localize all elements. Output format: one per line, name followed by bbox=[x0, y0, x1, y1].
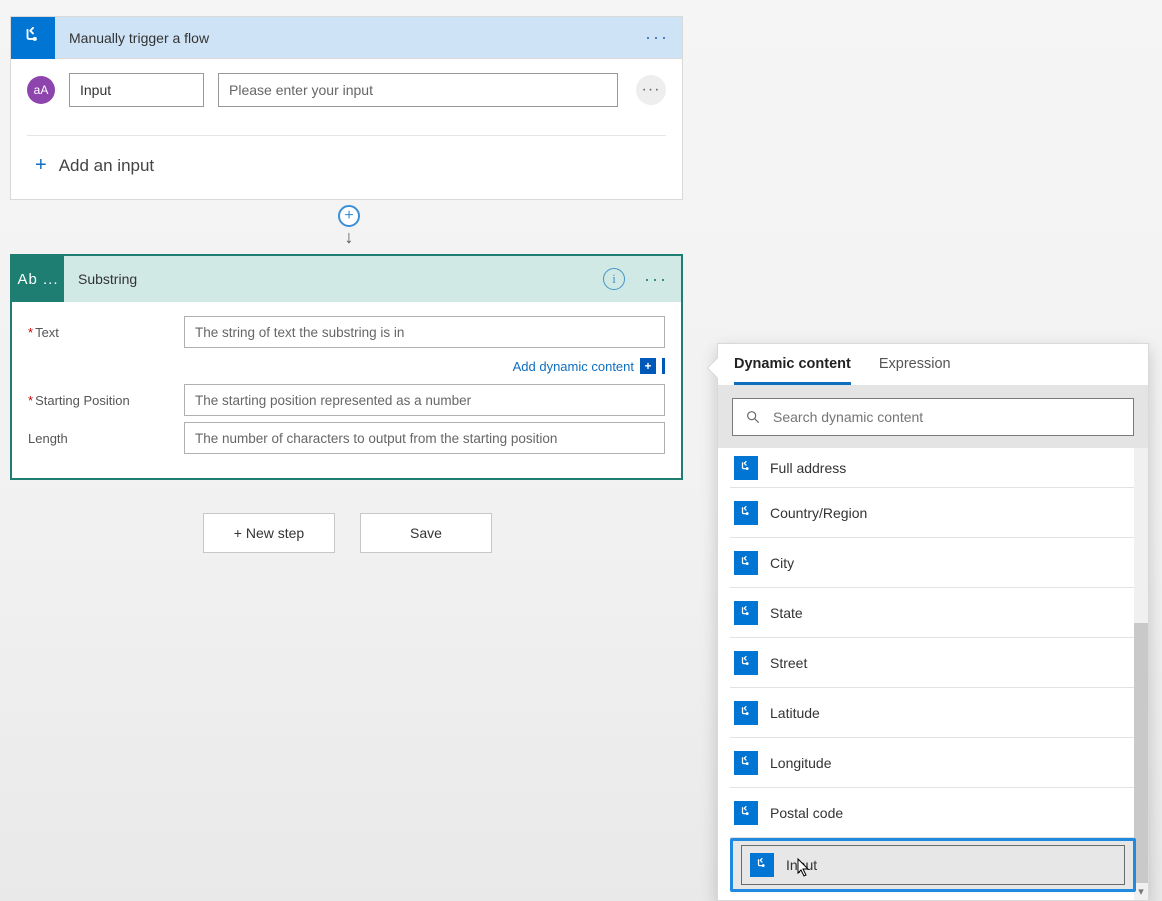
field-text-label-text: Text bbox=[35, 325, 59, 340]
tab-dynamic-content[interactable]: Dynamic content bbox=[734, 356, 851, 385]
dynamic-item-label: Street bbox=[770, 655, 807, 671]
dynamic-item[interactable]: Postal code bbox=[730, 788, 1136, 838]
dynamic-list: ▾ Full address Country/Region City State Str… bbox=[718, 448, 1148, 900]
dynamic-plus-icon[interactable] bbox=[640, 358, 656, 374]
scrollbar-thumb[interactable] bbox=[1134, 623, 1148, 883]
field-start-placeholder: The starting position represented as a n… bbox=[195, 393, 471, 408]
dynamic-bar-icon bbox=[662, 358, 665, 374]
dynamic-item-label: City bbox=[770, 555, 794, 571]
field-start-label-text: Starting Position bbox=[35, 393, 130, 408]
text-type-icon: aA bbox=[27, 76, 55, 104]
dynamic-item[interactable]: Full address bbox=[730, 448, 1136, 488]
arrow-down-icon: ↓ bbox=[337, 227, 361, 248]
field-start: *Starting Position The starting position… bbox=[28, 384, 665, 416]
plus-icon: + bbox=[35, 154, 47, 177]
trigger-input-row: aA Input Please enter your input ··· bbox=[27, 73, 666, 107]
trigger-token-icon bbox=[750, 853, 774, 877]
dynamic-item[interactable]: Street bbox=[730, 638, 1136, 688]
search-wrap bbox=[718, 386, 1148, 448]
trigger-token-icon bbox=[734, 551, 758, 575]
text-operation-icon: Ab ... bbox=[12, 256, 64, 302]
add-dynamic-content-link[interactable]: Add dynamic content bbox=[513, 359, 634, 374]
field-text-label: *Text bbox=[28, 325, 184, 340]
dynamic-item-selected[interactable]: Input bbox=[730, 838, 1136, 892]
insert-step-icon[interactable]: + bbox=[338, 205, 360, 227]
field-text-placeholder: The string of text the substring is in bbox=[195, 325, 404, 340]
dynamic-item-label: Postal code bbox=[770, 805, 843, 821]
scrollbar-track[interactable]: ▾ bbox=[1134, 448, 1148, 900]
trigger-token-icon bbox=[734, 701, 758, 725]
trigger-token-icon bbox=[734, 751, 758, 775]
trigger-more-icon[interactable]: ··· bbox=[640, 27, 674, 48]
dynamic-item-label: Input bbox=[786, 857, 817, 873]
save-label: Save bbox=[410, 525, 442, 541]
trigger-flow-icon bbox=[11, 17, 55, 59]
field-length-label-text: Length bbox=[28, 431, 68, 446]
action-title: Substring bbox=[78, 271, 603, 287]
field-length-placeholder: The number of characters to output from … bbox=[195, 431, 557, 446]
new-step-label: + New step bbox=[234, 525, 304, 541]
dynamic-item[interactable]: Country/Region bbox=[730, 488, 1136, 538]
dynamic-item[interactable]: Longitude bbox=[730, 738, 1136, 788]
action-header[interactable]: Ab ... Substring i ··· bbox=[12, 256, 681, 302]
new-step-button[interactable]: + New step bbox=[203, 513, 335, 553]
input-name-field[interactable]: Input bbox=[69, 73, 204, 107]
dynamic-item[interactable]: City bbox=[730, 538, 1136, 588]
dynamic-content-panel: Dynamic content Expression ▾ Full addres… bbox=[717, 343, 1149, 901]
field-length: Length The number of characters to outpu… bbox=[28, 422, 665, 454]
dynamic-item-label: State bbox=[770, 605, 803, 621]
add-input-button[interactable]: + Add an input bbox=[27, 136, 666, 199]
connector: + ↓ bbox=[337, 205, 361, 248]
action-card: Ab ... Substring i ··· *Text The string … bbox=[10, 254, 683, 480]
action-body: *Text The string of text the substring i… bbox=[12, 302, 681, 478]
scroll-down-icon[interactable]: ▾ bbox=[1134, 884, 1148, 900]
input-description-placeholder: Please enter your input bbox=[229, 82, 373, 98]
dynamic-item[interactable]: State bbox=[730, 588, 1136, 638]
add-input-label: Add an input bbox=[59, 156, 154, 176]
save-button[interactable]: Save bbox=[360, 513, 492, 553]
dynamic-item-label: Longitude bbox=[770, 755, 832, 771]
search-box[interactable] bbox=[732, 398, 1134, 436]
panel-tabs: Dynamic content Expression bbox=[718, 344, 1148, 386]
field-length-input[interactable]: The number of characters to output from … bbox=[184, 422, 665, 454]
search-icon bbox=[745, 409, 761, 425]
input-name-value: Input bbox=[80, 82, 111, 98]
dynamic-item-label: Country/Region bbox=[770, 505, 867, 521]
add-dynamic-row: Add dynamic content bbox=[28, 354, 665, 378]
trigger-token-icon bbox=[734, 651, 758, 675]
info-icon[interactable]: i bbox=[603, 268, 625, 290]
trigger-token-icon bbox=[734, 601, 758, 625]
search-input[interactable] bbox=[771, 408, 1121, 426]
dynamic-item[interactable]: Latitude bbox=[730, 688, 1136, 738]
field-text: *Text The string of text the substring i… bbox=[28, 316, 665, 348]
action-icon-text: Ab ... bbox=[17, 271, 58, 288]
input-more-icon[interactable]: ··· bbox=[636, 75, 666, 105]
trigger-title: Manually trigger a flow bbox=[69, 30, 640, 46]
trigger-token-icon bbox=[734, 501, 758, 525]
action-more-icon[interactable]: ··· bbox=[639, 269, 673, 290]
trigger-body: aA Input Please enter your input ··· + A… bbox=[11, 59, 682, 199]
dynamic-item-label: Full address bbox=[770, 460, 846, 476]
trigger-header[interactable]: Manually trigger a flow ··· bbox=[11, 17, 682, 59]
field-length-label: Length bbox=[28, 431, 184, 446]
input-description-field[interactable]: Please enter your input bbox=[218, 73, 618, 107]
trigger-card: Manually trigger a flow ··· aA Input Ple… bbox=[10, 16, 683, 200]
dynamic-item-label: Latitude bbox=[770, 705, 820, 721]
field-start-input[interactable]: The starting position represented as a n… bbox=[184, 384, 665, 416]
field-text-input[interactable]: The string of text the substring is in bbox=[184, 316, 665, 348]
field-start-label: *Starting Position bbox=[28, 393, 184, 408]
trigger-token-icon bbox=[734, 801, 758, 825]
tab-expression[interactable]: Expression bbox=[879, 356, 951, 385]
trigger-token-icon bbox=[734, 456, 758, 480]
